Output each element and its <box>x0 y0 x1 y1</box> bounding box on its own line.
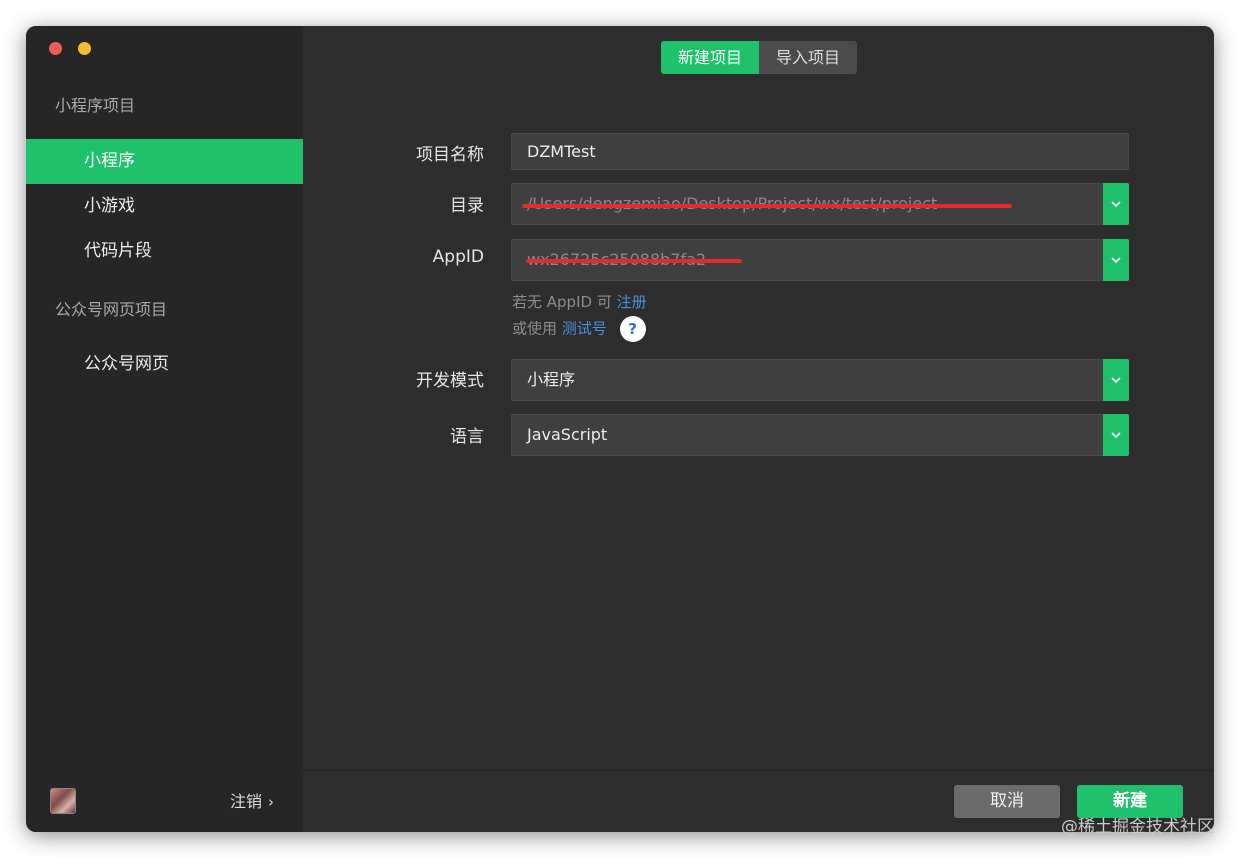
language-label: 语言 <box>450 427 484 447</box>
redaction-mark <box>522 204 1012 208</box>
language-select[interactable]: JavaScript <box>511 414 1129 456</box>
chevron-down-icon <box>1111 432 1121 438</box>
directory-select[interactable]: /Users/dengzemiao/Desktop/Project/wx/tes… <box>511 183 1129 225</box>
appid-hint-register: 若无 AppID 可 注册 <box>512 291 647 312</box>
logout-button[interactable]: 注销 › <box>230 788 274 812</box>
tab-new-project[interactable]: 新建项目 <box>661 41 759 74</box>
sidebar-item-mini-program[interactable]: 小程序 <box>26 139 303 184</box>
project-name-input[interactable]: DZMTest <box>511 133 1129 170</box>
language-value: JavaScript <box>527 425 608 444</box>
register-link[interactable]: 注册 <box>617 293 647 311</box>
footer-divider <box>303 770 1214 771</box>
section-title-mini-program: 小程序项目 <box>55 96 136 115</box>
project-mode-tabs: 新建项目 导入项目 <box>661 41 857 74</box>
sidebar-item-mini-game[interactable]: 小游戏 <box>26 184 303 229</box>
main-panel: 新建项目 导入项目 项目名称 DZMTest 目录 /Users/dengzem… <box>303 26 1214 832</box>
dev-mode-value: 小程序 <box>527 370 576 389</box>
appid-hint-test: 或使用 测试号 ? <box>512 316 646 342</box>
sidebar-item-public-webpage[interactable]: 公众号网页 <box>26 342 303 387</box>
cancel-button[interactable]: 取消 <box>954 785 1060 818</box>
chevron-down-icon <box>1111 377 1121 383</box>
section-title-public-account: 公众号网页项目 <box>55 300 168 319</box>
tab-import-project[interactable]: 导入项目 <box>759 41 857 74</box>
avatar[interactable] <box>50 788 76 814</box>
appid-label: AppID <box>432 247 484 267</box>
redaction-mark <box>526 259 742 263</box>
chevron-right-icon: › <box>268 793 275 811</box>
project-name-value: DZMTest <box>527 142 596 161</box>
minimize-window-button[interactable] <box>78 42 91 55</box>
sidebar: 小程序项目 小程序 小游戏 代码片段 公众号网页项目 公众号网页 注销 › <box>26 26 303 832</box>
chevron-down-icon <box>1111 257 1121 263</box>
chevron-down-icon <box>1111 201 1121 207</box>
dev-mode-dropdown-button[interactable] <box>1103 359 1129 401</box>
directory-label: 目录 <box>450 196 484 216</box>
logout-label: 注销 <box>230 792 263 811</box>
hint-no-appid-text: 若无 AppID 可 <box>512 293 612 311</box>
appid-dropdown-button[interactable] <box>1103 239 1129 281</box>
close-window-button[interactable] <box>49 42 62 55</box>
app-window: 小程序项目 小程序 小游戏 代码片段 公众号网页项目 公众号网页 注销 › 新建项… <box>26 26 1214 832</box>
language-dropdown-button[interactable] <box>1103 414 1129 456</box>
hint-or-use-text: 或使用 <box>512 319 558 338</box>
appid-select[interactable]: wx26725c25088b7fa2 <box>511 239 1129 281</box>
dev-mode-select[interactable]: 小程序 <box>511 359 1129 401</box>
watermark: @稀土掘金技术社区 <box>1061 817 1214 837</box>
project-name-label: 项目名称 <box>416 145 484 165</box>
help-icon[interactable]: ? <box>619 316 646 342</box>
dev-mode-label: 开发模式 <box>416 371 484 391</box>
directory-dropdown-button[interactable] <box>1103 183 1129 225</box>
test-account-link[interactable]: 测试号 <box>562 320 607 338</box>
sidebar-item-code-snippet[interactable]: 代码片段 <box>26 229 303 274</box>
